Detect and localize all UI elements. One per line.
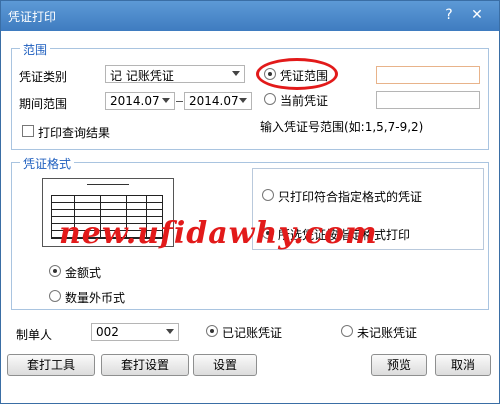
format-legend: 凭证格式	[20, 155, 75, 172]
help-icon[interactable]: ?	[439, 6, 459, 24]
window-title: 凭证打印	[8, 10, 57, 24]
watermark-text: new.ufidawhy.com	[59, 216, 378, 251]
posted-voucher-radio[interactable]	[206, 325, 218, 337]
foreign-qty-format-radio[interactable]	[49, 290, 61, 302]
chevron-down-icon	[239, 98, 247, 103]
unposted-voucher-radio[interactable]	[341, 325, 353, 337]
foreign-qty-format-label: 数量外币式	[65, 291, 126, 305]
only-matching-label: 只打印符合指定格式的凭证	[278, 190, 423, 204]
range-legend: 范围	[20, 41, 51, 58]
period-from-value: 2014.07	[110, 94, 160, 108]
amount-format-radio[interactable]	[49, 265, 61, 277]
cancel-button[interactable]: 取消	[435, 354, 491, 376]
chevron-down-icon	[232, 71, 240, 76]
voucher-range-input[interactable]	[376, 66, 480, 84]
maker-select[interactable]: 002	[91, 323, 179, 341]
period-to-value: 2014.07	[189, 94, 239, 108]
print-setup-button[interactable]: 套打设置	[101, 354, 189, 376]
amount-format-label: 金额式	[65, 266, 102, 280]
close-icon[interactable]: ✕	[467, 6, 487, 24]
range-group: 范围 凭证类别 记 记账凭证 期间范围 2014.07 2014.07 打印查询…	[11, 41, 489, 150]
voucher-type-value: 记 记账凭证	[110, 69, 174, 83]
print-query-label: 打印查询结果	[38, 126, 111, 140]
print-tool-button[interactable]: 套打工具	[7, 354, 95, 376]
maker-label: 制单人	[16, 328, 53, 342]
preview-button[interactable]: 预览	[371, 354, 427, 376]
posted-voucher-label: 已记账凭证	[222, 326, 283, 340]
current-voucher-label: 当前凭证	[280, 94, 329, 108]
chevron-down-icon	[162, 98, 170, 103]
period-label: 期间范围	[19, 97, 68, 111]
unposted-voucher-label: 未记账凭证	[357, 326, 418, 340]
current-voucher-radio[interactable]	[264, 93, 276, 105]
voucher-type-select[interactable]: 记 记账凭证	[105, 65, 245, 83]
period-from-select[interactable]: 2014.07	[105, 92, 175, 110]
print-query-checkbox[interactable]	[22, 125, 34, 137]
range-hint: 输入凭证号范围(如:1,5,7-9,2)	[260, 120, 424, 134]
settings-button[interactable]: 设置	[193, 354, 257, 376]
voucher-range-radio[interactable]	[264, 68, 276, 80]
voucher-range-label: 凭证范围	[280, 69, 329, 83]
voucher-type-label: 凭证类别	[19, 70, 68, 84]
period-to-select[interactable]: 2014.07	[184, 92, 252, 110]
chevron-down-icon	[166, 329, 174, 334]
current-voucher-input[interactable]	[376, 91, 480, 109]
title-bar[interactable]: 凭证打印 ? ✕	[1, 1, 499, 31]
print-dialog: 凭证打印 ? ✕ 范围 凭证类别 记 记账凭证 期间范围 2014.07 201…	[0, 0, 500, 404]
only-matching-radio[interactable]	[262, 189, 274, 201]
period-dash	[176, 101, 183, 102]
maker-value: 002	[96, 325, 119, 339]
